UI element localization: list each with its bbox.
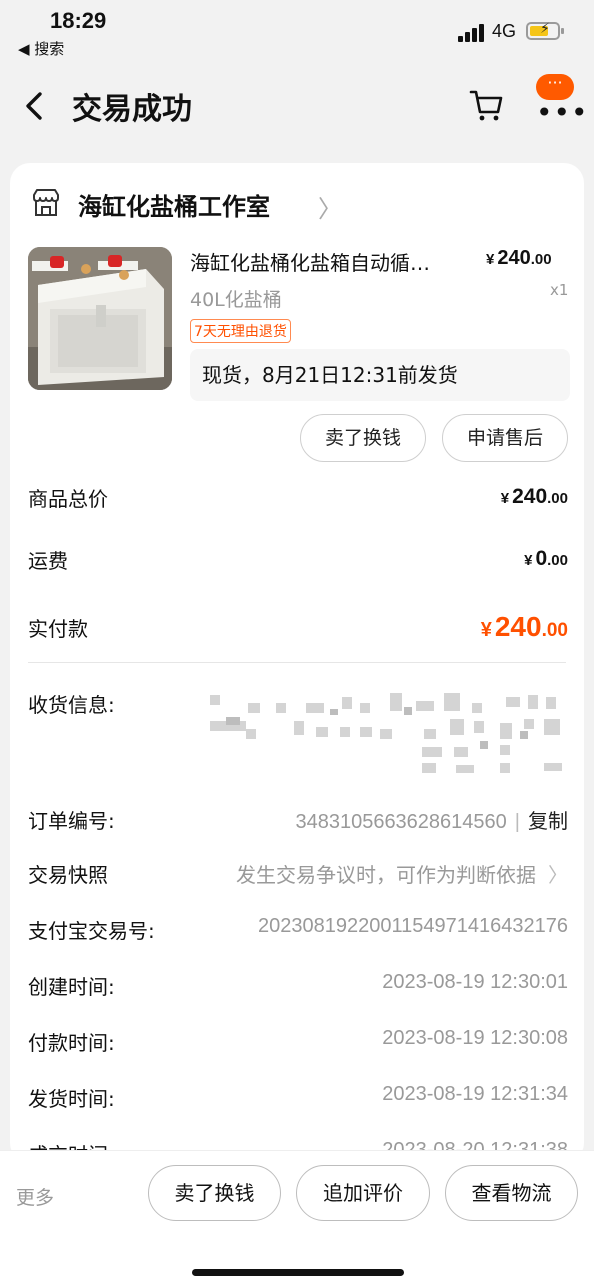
shipped-time-row: 发货时间: 2023-08-19 12:31:34 <box>28 1083 568 1115</box>
chevron-right-icon: 〉 <box>318 195 342 223</box>
created-time-value: 2023-08-19 12:30:01 <box>382 971 568 993</box>
signal-icon <box>458 24 484 42</box>
copy-button[interactable]: 复制 <box>528 811 568 833</box>
navigation-bar: 交易成功 ··· ••• <box>0 64 594 150</box>
currency-symbol: ¥ <box>486 251 495 268</box>
order-number-row: 订单编号: 3483105663628614560 | 复制 <box>28 805 568 837</box>
add-review-button[interactable]: 追加评价 <box>296 1165 430 1221</box>
shipped-time-label: 发货时间: <box>28 1087 115 1111</box>
return-policy-badge: 7天无理由退货 <box>190 319 291 343</box>
product-thumbnail[interactable] <box>28 247 172 390</box>
alipay-number-label: 支付宝交易号: <box>28 919 155 943</box>
separator: | <box>514 811 520 833</box>
trade-snapshot-value: 发生交易争议时，可作为判断依据〉 <box>236 865 568 887</box>
shipping-value: ¥0.00 <box>524 547 568 570</box>
created-time-label: 创建时间: <box>28 975 115 999</box>
paid-time-row: 付款时间: 2023-08-19 12:30:08 <box>28 1027 568 1059</box>
battery-icon: ⚡ <box>526 21 564 40</box>
order-number-label: 订单编号: <box>28 809 115 833</box>
status-bar: 18:29 ◀ 搜索 4G ⚡ <box>0 0 594 64</box>
alipay-number-row: 支付宝交易号: 2023081922001154971416432176 <box>28 915 568 947</box>
goods-total-row: 商品总价 ¥240.00 <box>28 483 568 523</box>
goods-total-value: ¥240.00 <box>500 485 568 508</box>
order-card: 海缸化盐桶工作室 〉 海缸化盐桶化盐箱自动循… ¥240.00 40L化盐桶 x… <box>10 163 584 1163</box>
product-image <box>28 247 172 390</box>
more-dots-icon: ••• <box>536 96 589 129</box>
trade-snapshot-row[interactable]: 交易快照 发生交易争议时，可作为判断依据〉 <box>28 859 568 891</box>
shipping-address-label: 收货信息: <box>28 693 115 717</box>
product-spec: 40L化盐桶 <box>190 289 282 311</box>
redacted-address <box>210 693 562 773</box>
cart-icon[interactable] <box>468 86 506 124</box>
order-number: 3483105663628614560 <box>295 811 507 833</box>
product-price-decimal: .00 <box>530 251 552 268</box>
more-link[interactable]: 更多 <box>16 1183 54 1210</box>
paid-amount-value: ¥240.00 <box>480 611 568 642</box>
network-type: 4G <box>492 21 517 41</box>
back-to-app-link[interactable]: ◀ 搜索 <box>18 38 64 59</box>
store-icon <box>33 189 59 216</box>
alipay-number-value: 2023081922001154971416432176 <box>258 915 568 937</box>
after-sale-button[interactable]: 申请售后 <box>442 414 568 462</box>
paid-amount-row: 实付款 ¥240.00 <box>28 611 568 653</box>
home-indicator <box>192 1269 404 1276</box>
shop-header[interactable]: 海缸化盐桶工作室 〉 <box>30 185 570 223</box>
shipping-label: 运费 <box>28 549 68 573</box>
status-time: 18:29 <box>50 8 107 33</box>
shop-name: 海缸化盐桶工作室 <box>78 193 270 221</box>
trade-snapshot-label: 交易快照 <box>28 863 108 887</box>
goods-total-label: 商品总价 <box>28 487 108 511</box>
divider <box>28 662 566 663</box>
paid-time-value: 2023-08-19 12:30:08 <box>382 1027 568 1049</box>
view-logistics-button[interactable]: 查看物流 <box>445 1165 578 1221</box>
product-price: ¥240.00 <box>486 247 552 270</box>
back-arrow-icon[interactable] <box>22 88 52 124</box>
page-title: 交易成功 <box>72 92 192 127</box>
shipping-row: 运费 ¥0.00 <box>28 545 568 585</box>
chevron-right-icon: 〉 <box>548 865 568 887</box>
sell-button[interactable]: 卖了换钱 <box>300 414 426 462</box>
shipped-time-value: 2023-08-19 12:31:34 <box>382 1083 568 1105</box>
product-title[interactable]: 海缸化盐桶化盐箱自动循… <box>190 247 482 276</box>
paid-amount-label: 实付款 <box>28 617 88 641</box>
bottom-action-bar: 更多 卖了换钱 追加评价 查看物流 <box>0 1150 594 1286</box>
product-price-integer: 240 <box>497 247 531 269</box>
order-number-value: 3483105663628614560 | 复制 <box>295 805 568 834</box>
sell-for-cash-button[interactable]: 卖了换钱 <box>148 1165 281 1221</box>
more-menu-button[interactable]: ··· ••• <box>530 74 588 127</box>
paid-time-label: 付款时间: <box>28 1031 115 1055</box>
delivery-info: 现货，8月21日12:31前发货 <box>190 349 570 401</box>
product-quantity: x1 <box>550 281 569 299</box>
created-time-row: 创建时间: 2023-08-19 12:30:01 <box>28 971 568 1003</box>
